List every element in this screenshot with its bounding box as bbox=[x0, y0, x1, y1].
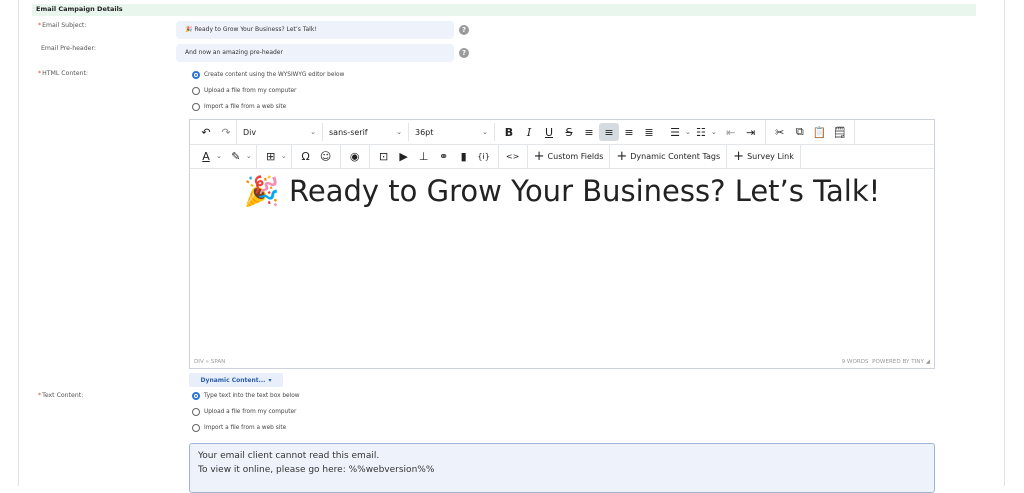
caret-down-icon: ▾ bbox=[268, 376, 272, 384]
preview-icon[interactable]: ◉ bbox=[345, 147, 365, 165]
editor-statusbar: DIV » SPAN 9 WORDS POWERED BY TINY ◢ bbox=[190, 356, 934, 368]
align-center-icon[interactable]: ≡ bbox=[599, 123, 619, 141]
table-icon[interactable]: ⊞ bbox=[261, 147, 281, 165]
text-option-type[interactable]: Type text into the text box below bbox=[192, 391, 300, 401]
wysiwyg-editor[interactable]: ↶ ↷ Div ⌄ sans-serif ⌄ 36pt ⌄ B I U S ≡ ≡ ≡… bbox=[189, 119, 935, 369]
chevron-down-icon[interactable]: ⌄ bbox=[281, 152, 287, 160]
text-option-import[interactable]: Import a file from a web site bbox=[192, 423, 286, 433]
preheader-help-icon[interactable]: ? bbox=[459, 48, 469, 58]
image-icon[interactable]: ⊡ bbox=[374, 147, 394, 165]
numbered-list-icon[interactable]: ☷ bbox=[691, 123, 711, 141]
survey-link-button[interactable]: + Survey Link bbox=[731, 147, 796, 165]
copy-icon[interactable]: ⧉ bbox=[790, 123, 810, 141]
word-count: 9 WORDS bbox=[841, 359, 869, 365]
email-subject-input[interactable]: 🎉 Ready to Grow Your Business? Let’s Tal… bbox=[176, 21, 454, 39]
emoji-icon[interactable]: ☺ bbox=[316, 147, 336, 165]
custom-fields-button[interactable]: + Custom Fields bbox=[532, 147, 606, 165]
chevron-down-icon: ⌄ bbox=[482, 128, 488, 136]
media-icon[interactable]: ▶ bbox=[394, 147, 414, 165]
align-left-icon[interactable]: ≡ bbox=[579, 123, 599, 141]
text-line-2: To view it online, please go here: %%web… bbox=[198, 465, 435, 475]
source-code-icon[interactable]: <> bbox=[503, 147, 523, 165]
section-title: Email Campaign Details bbox=[36, 5, 123, 13]
plus-icon: + bbox=[616, 148, 628, 164]
bookmark-icon[interactable]: ▮ bbox=[454, 147, 474, 165]
block-format-select[interactable]: Div ⌄ bbox=[237, 123, 323, 141]
align-right-icon[interactable]: ≡ bbox=[619, 123, 639, 141]
bullet-list-icon[interactable]: ☰ bbox=[665, 123, 685, 141]
radio-icon[interactable] bbox=[192, 103, 200, 111]
html-option-wysiwyg[interactable]: Create content using the WYSIWYG editor … bbox=[192, 70, 344, 80]
email-preheader-label: Email Pre-header: bbox=[41, 45, 96, 52]
text-option-upload[interactable]: Upload a file from my computer bbox=[192, 407, 296, 417]
highlight-color-icon[interactable]: ✎ bbox=[226, 147, 246, 165]
editor-heading[interactable]: 🎉 Ready to Grow Your Business? Let’s Tal… bbox=[190, 174, 934, 209]
bold-icon[interactable]: B bbox=[499, 123, 519, 141]
text-content-label: *Text Content: bbox=[38, 392, 84, 399]
align-justify-icon[interactable]: ≣ bbox=[639, 123, 659, 141]
link-icon[interactable]: ⚭ bbox=[434, 147, 454, 165]
outdent-icon[interactable]: ⇤ bbox=[721, 123, 741, 141]
chevron-down-icon[interactable]: ⌄ bbox=[246, 152, 252, 160]
font-size-select[interactable]: 36pt ⌄ bbox=[409, 123, 495, 141]
radio-selected-icon[interactable] bbox=[192, 71, 200, 79]
chevron-down-icon: ⌄ bbox=[396, 128, 402, 136]
indent-icon[interactable]: ⇥ bbox=[741, 123, 761, 141]
font-family-select[interactable]: sans-serif ⌄ bbox=[323, 123, 409, 141]
html-option-import[interactable]: Import a file from a web site bbox=[192, 102, 286, 112]
dynamic-content-dropdown[interactable]: Dynamic Content... ▾ bbox=[189, 373, 283, 387]
html-content-label: *HTML Content: bbox=[38, 70, 88, 77]
section-header-bar bbox=[32, 4, 976, 16]
statusbar-right: 9 WORDS POWERED BY TINY ◢ bbox=[842, 359, 930, 365]
stamp-icon[interactable]: ⊥ bbox=[414, 147, 434, 165]
chevron-down-icon: ⌄ bbox=[310, 128, 316, 136]
email-preheader-input[interactable]: And now an amazing pre-header bbox=[176, 44, 454, 62]
redo-icon[interactable]: ↷ bbox=[216, 123, 236, 141]
cut-icon[interactable]: ✂ bbox=[770, 123, 790, 141]
element-path[interactable]: DIV » SPAN bbox=[194, 359, 225, 365]
paste-icon[interactable]: 📋 bbox=[810, 123, 830, 141]
radio-icon[interactable] bbox=[192, 424, 200, 432]
template-icon[interactable]: {i} bbox=[474, 147, 494, 165]
html-option-upload[interactable]: Upload a file from my computer bbox=[192, 86, 296, 96]
paste-text-icon[interactable]: 🗒 bbox=[830, 123, 850, 141]
editor-toolbar-row-1: ↶ ↷ Div ⌄ sans-serif ⌄ 36pt ⌄ B I U S ≡ ≡ ≡… bbox=[190, 120, 934, 145]
email-subject-label: *Email Subject: bbox=[38, 22, 87, 29]
subject-help-icon[interactable]: ? bbox=[459, 25, 469, 35]
dynamic-content-tags-button[interactable]: + Dynamic Content Tags bbox=[614, 147, 722, 165]
plus-icon: + bbox=[533, 148, 545, 164]
chevron-down-icon[interactable]: ⌄ bbox=[216, 152, 222, 160]
undo-icon[interactable]: ↶ bbox=[196, 123, 216, 141]
plus-icon: + bbox=[733, 148, 745, 164]
editor-toolbar-row-2: A ⌄ ✎ ⌄ ⊞ ⌄ Ω ☺ ◉ ⊡ ▶ ⊥ ⚭ ▮ {i} <> + Custom … bbox=[190, 144, 934, 169]
strikethrough-icon[interactable]: S bbox=[559, 123, 579, 141]
special-character-icon[interactable]: Ω bbox=[296, 147, 316, 165]
radio-icon[interactable] bbox=[192, 408, 200, 416]
powered-by[interactable]: POWERED BY TINY bbox=[872, 359, 924, 365]
chevron-down-icon[interactable]: ⌄ bbox=[711, 128, 717, 136]
text-line-1: Your email client cannot read this email… bbox=[198, 451, 380, 461]
text-color-icon[interactable]: A bbox=[196, 147, 216, 165]
resize-handle-icon[interactable]: ◢ bbox=[926, 359, 930, 365]
underline-icon[interactable]: U bbox=[539, 123, 559, 141]
radio-selected-icon[interactable] bbox=[192, 392, 200, 400]
radio-icon[interactable] bbox=[192, 87, 200, 95]
italic-icon[interactable]: I bbox=[519, 123, 539, 141]
